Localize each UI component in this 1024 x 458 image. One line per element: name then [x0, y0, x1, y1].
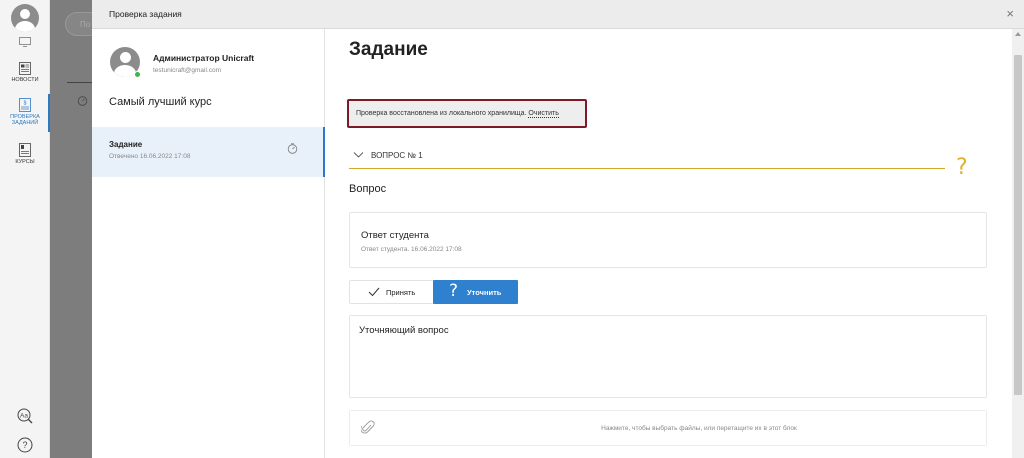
- clarify-button-label: Уточнить: [467, 288, 502, 297]
- restore-message: Проверка восстановлена из локального хра…: [356, 110, 527, 117]
- review-sidebar: Администратор Unicraft testunicraft@gmai…: [92, 29, 325, 458]
- review-action-group: Принять ? Уточнить: [349, 280, 518, 304]
- answer-title: Ответ студента: [361, 230, 429, 241]
- svg-text:$: $: [24, 101, 27, 107]
- task-review-modal: Проверка задания × Администратор Unicraf…: [92, 0, 1024, 458]
- task-name: Задание: [109, 140, 143, 149]
- restore-notice: Проверка восстановлена из локального хра…: [347, 99, 587, 128]
- modal-header: Проверка задания ×: [92, 0, 1024, 29]
- svg-text:?: ?: [22, 440, 27, 450]
- scroll-thumb[interactable]: [1014, 55, 1022, 395]
- answer-meta: Ответ студента. 16.06.2022 17:08: [361, 246, 462, 253]
- background-overlay: [50, 0, 92, 458]
- user-avatar[interactable]: [11, 4, 39, 32]
- file-dropzone[interactable]: Нажмите, чтобы выбрать файлы, или перета…: [349, 410, 987, 446]
- task-review-icon: $: [19, 98, 31, 112]
- sidebar-item-courses-label: КУРСЫ: [15, 159, 35, 165]
- monitor-icon[interactable]: [19, 37, 31, 47]
- dropzone-text: Нажмите, чтобы выбрать файлы, или перета…: [601, 425, 797, 432]
- page-title: Задание: [349, 39, 428, 60]
- check-icon: [368, 287, 380, 297]
- scroll-up-arrow-icon[interactable]: [1015, 32, 1021, 36]
- review-content: Задание Проверка восстановлена из локаль…: [326, 29, 1006, 458]
- question-accordion[interactable]: ВОПРОС № 1: [349, 149, 945, 169]
- background-divider: [67, 82, 92, 83]
- sidebar-item-task-review[interactable]: $ ПРОВЕРКА ЗАДАНИЙ: [0, 98, 50, 126]
- modal-title: Проверка задания: [109, 9, 182, 19]
- timer-icon: [287, 143, 298, 154]
- question-heading: Вопрос: [349, 183, 387, 195]
- course-title: Самый лучший курс: [109, 96, 212, 108]
- accept-button-label: Принять: [386, 288, 416, 297]
- online-status-indicator: [134, 71, 141, 78]
- sidebar-item-courses[interactable]: КУРСЫ: [0, 143, 50, 165]
- chevron-down-icon: [353, 152, 364, 158]
- clear-link[interactable]: Очистить: [528, 110, 559, 118]
- task-status: Отвечено 16.06.2022 17:08: [109, 153, 191, 160]
- admin-email: testunicraft@gmail.com: [153, 67, 222, 74]
- accept-button[interactable]: Принять: [350, 281, 434, 303]
- sidebar-item-news-label: НОВОСТИ: [11, 77, 39, 83]
- clarify-button[interactable]: ? Уточнить: [433, 280, 518, 304]
- svg-text:Aa: Aa: [20, 413, 28, 420]
- app-sidebar: НОВОСТИ $ ПРОВЕРКА ЗАДАНИЙ КУРСЫ Aa ?: [0, 0, 50, 458]
- sidebar-item-news[interactable]: НОВОСТИ: [0, 62, 50, 83]
- student-answer-card: Ответ студента Ответ студента. 16.06.202…: [349, 212, 987, 268]
- clarifying-question-text: Уточняющий вопрос: [359, 325, 449, 336]
- news-icon: [19, 62, 31, 75]
- close-icon[interactable]: ×: [1006, 6, 1014, 21]
- task-list-item[interactable]: Задание Отвечено 16.06.2022 17:08: [92, 127, 325, 177]
- clarifying-question-textarea[interactable]: Уточняющий вопрос: [349, 315, 987, 398]
- font-settings-icon[interactable]: Aa: [17, 408, 33, 424]
- admin-name: Администратор Unicraft: [153, 53, 255, 63]
- sidebar-item-review-label-2: ЗАДАНИЙ: [11, 120, 39, 126]
- scrollbar[interactable]: [1012, 29, 1024, 458]
- question-label: ВОПРОС № 1: [371, 151, 423, 160]
- question-mark-icon: ?: [956, 155, 968, 180]
- question-icon: ?: [449, 281, 459, 301]
- background-timer-icon: [77, 96, 88, 106]
- help-icon[interactable]: ?: [17, 437, 33, 453]
- courses-icon: [19, 143, 31, 157]
